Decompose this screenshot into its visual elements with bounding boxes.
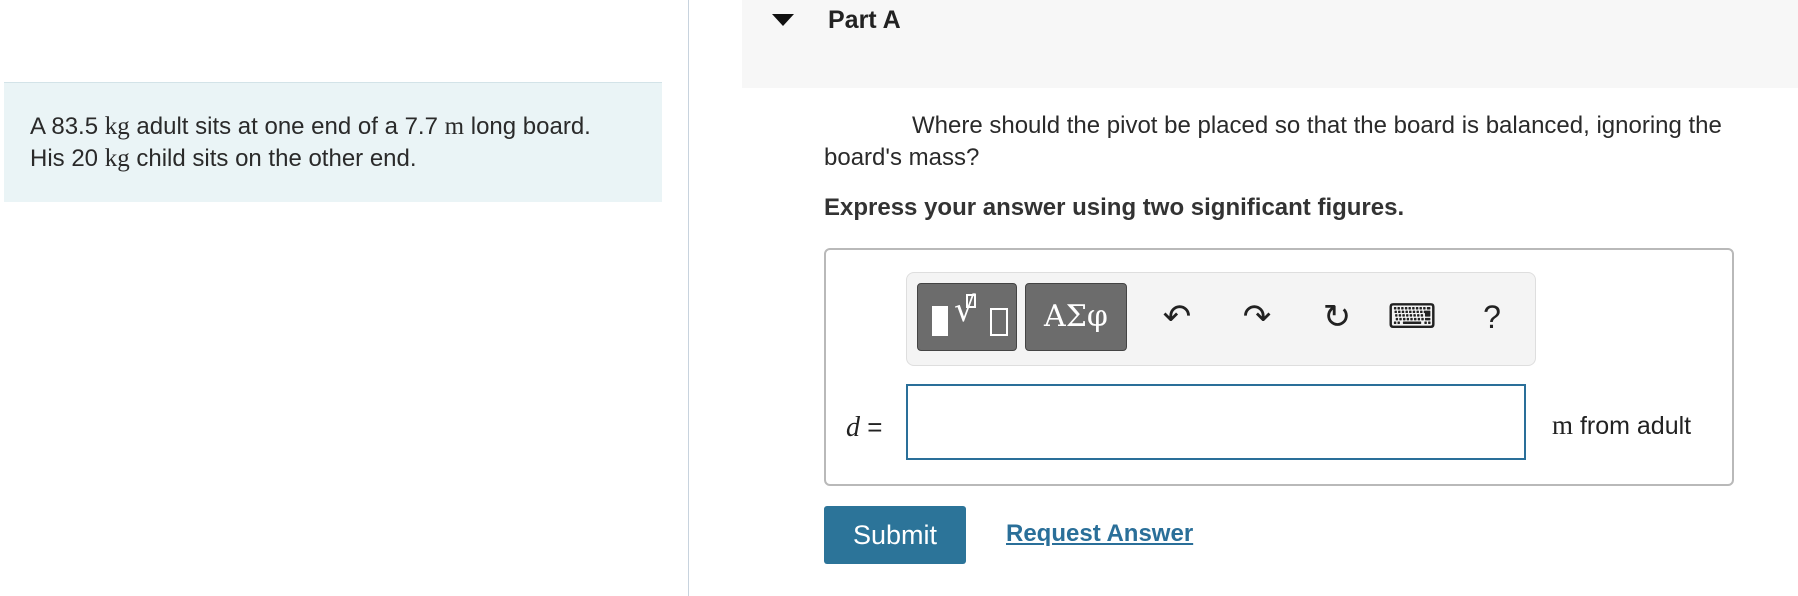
reset-icon[interactable]: ↻: [1312, 289, 1362, 345]
request-answer-link[interactable]: Request Answer: [1006, 520, 1193, 548]
submit-button[interactable]: Submit: [824, 506, 966, 564]
symbols-button[interactable]: ΑΣφ: [1025, 283, 1127, 351]
keyboard-icon[interactable]: ⌨: [1387, 289, 1437, 345]
templates-radicand-box: [990, 308, 1008, 336]
question-text: Where should the pivot be placed so that…: [824, 110, 1764, 174]
triangle-down-icon[interactable]: [772, 14, 794, 26]
part-header[interactable]: Part A: [742, 0, 1798, 88]
unit-label: m from adult: [1552, 410, 1691, 441]
problem-statement: A 83.5 kg adult sits at one end of a 7.7…: [30, 111, 630, 175]
problem-text-4: child sits on the other end.: [129, 145, 417, 172]
sqrt-icon: √: [954, 290, 976, 330]
unit-kg: kg: [104, 145, 130, 172]
problem-panel: A 83.5 kg adult sits at one end of a 7.7…: [4, 82, 662, 202]
unit-symbol: m: [1552, 410, 1574, 440]
equals-sign: =: [867, 412, 883, 442]
answer-box: √ ΑΣφ ↶ ↷ ↻ ⌨ ? d = m from adult: [824, 248, 1734, 486]
instruction-text: Express your answer using two significan…: [824, 194, 1405, 221]
math-toolbar: √ ΑΣφ ↶ ↷ ↻ ⌨ ?: [906, 272, 1536, 366]
answer-input[interactable]: [906, 384, 1526, 460]
redo-icon[interactable]: ↷: [1232, 289, 1282, 345]
variable-symbol: d: [846, 412, 860, 443]
problem-text-1: A 83.5: [30, 113, 105, 140]
templates-button[interactable]: √: [917, 283, 1017, 351]
part-title: Part A: [828, 6, 901, 34]
help-icon[interactable]: ?: [1467, 289, 1517, 345]
question-body: Where should the pivot be placed so that…: [824, 112, 1722, 171]
unit-suffix: from adult: [1573, 412, 1692, 440]
unit-kg: kg: [104, 113, 130, 140]
undo-icon[interactable]: ↶: [1152, 289, 1202, 345]
problem-text-2: adult sits at one end of a 7.7: [129, 113, 445, 140]
variable-label: d =: [846, 412, 882, 444]
unit-m: m: [444, 113, 465, 140]
pane-divider: [688, 0, 689, 596]
templates-icon: [932, 306, 948, 336]
